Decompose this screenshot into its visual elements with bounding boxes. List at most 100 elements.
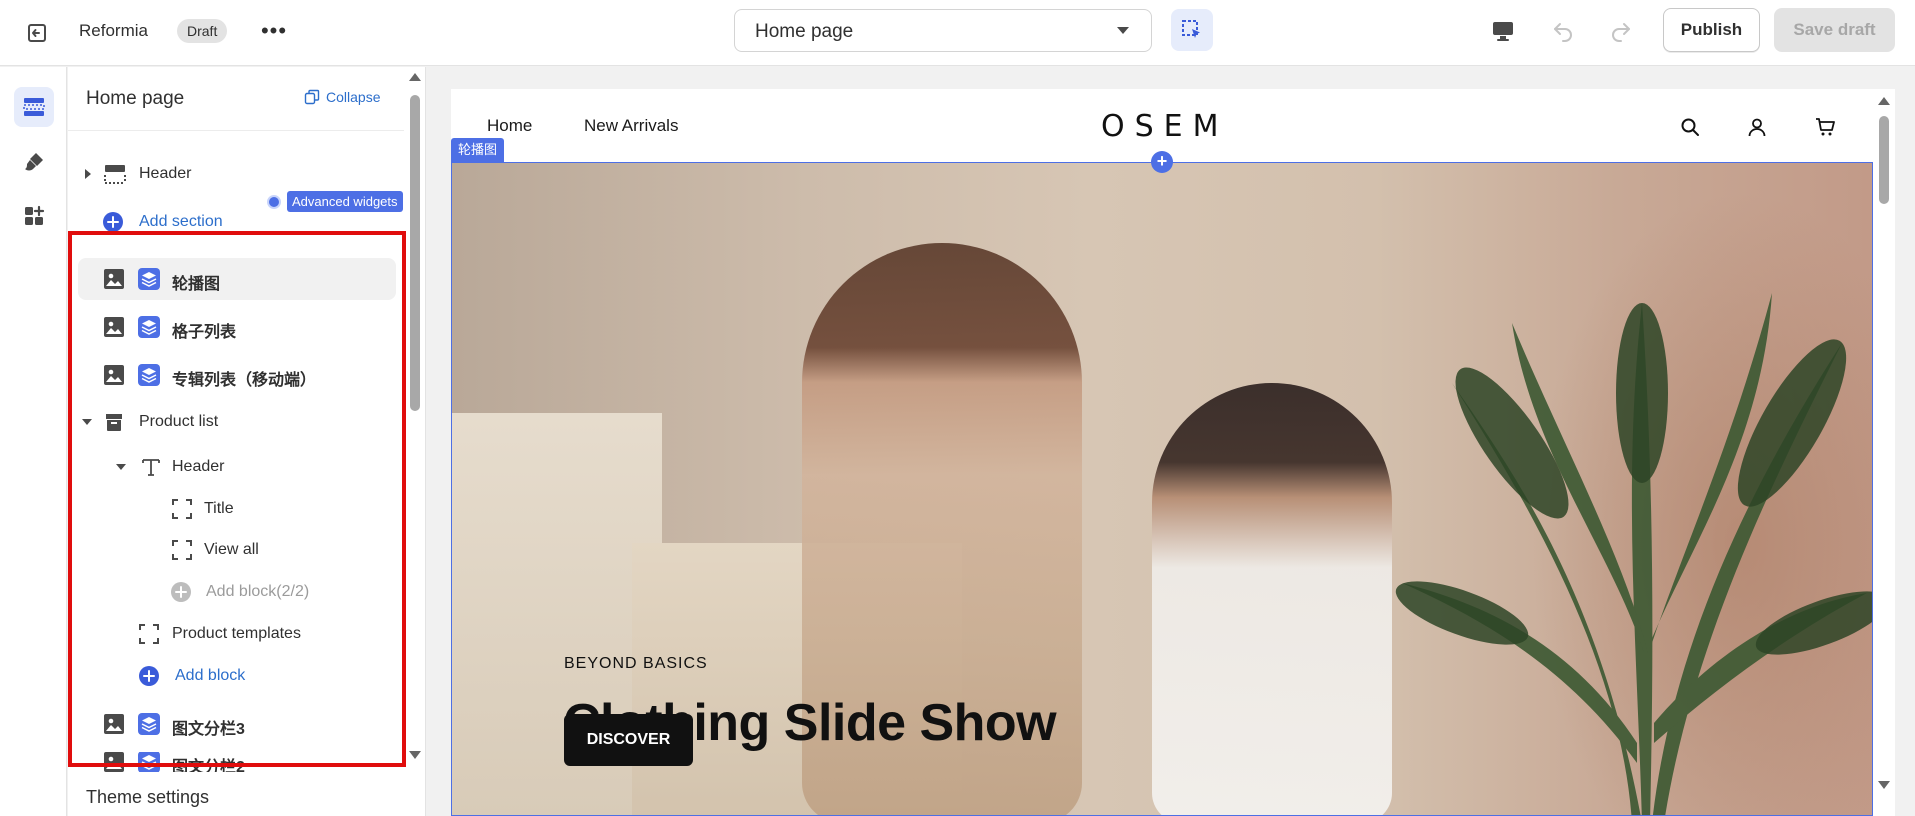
page-selector-value: Home page [755,21,854,42]
search-icon[interactable] [1676,113,1704,141]
add-section-button[interactable]: Add section [68,202,258,242]
collapse-button[interactable]: Collapse [304,89,380,105]
sidebar-title: Home page [86,88,185,109]
add-section-inline-button[interactable]: + [1151,151,1173,173]
block-icon [171,498,193,520]
add-block-button[interactable]: Add block [68,656,404,696]
discover-button[interactable]: DISCOVER [564,714,693,766]
add-block-disabled-button[interactable]: Add block(2/2) [68,572,404,612]
status-badge: Draft [177,19,228,43]
box-icon [103,411,125,433]
sidebar-item-grid-list[interactable]: 格子列表 [68,306,404,346]
redo-icon[interactable] [1604,14,1638,48]
block-icon [171,539,193,561]
sidebar-item-label: Header [139,165,192,182]
nav-link-new-arrivals[interactable]: New Arrivals [584,116,678,136]
sidebar-item-header[interactable]: Header [68,154,404,194]
image-icon [103,713,125,735]
image-icon [103,268,125,290]
sidebar-item-label: 图文分栏2 [172,759,245,772]
cursor-select-icon [1182,20,1200,38]
account-icon[interactable] [1743,113,1771,141]
sidebar-item-product-templates[interactable]: Product templates [68,614,404,654]
layers-icon [138,268,160,290]
sidebar-item-label: Header [172,458,225,475]
save-draft-button[interactable]: Save draft [1774,8,1895,52]
sidebar-item-album-list-mobile[interactable]: 专辑列表（移动端） [68,354,404,394]
scroll-up-icon[interactable] [409,73,421,81]
sections-icon[interactable] [14,87,54,127]
sidebar-item-title-block[interactable]: Title [68,489,404,529]
chevron-down-icon[interactable] [116,464,126,470]
layers-icon [138,364,160,386]
theme-settings-button[interactable]: Theme settings [86,787,209,808]
text-icon [140,456,162,478]
image-icon [103,316,125,338]
hero-image-plant [1395,293,1872,815]
layers-icon [138,752,160,772]
sidebar-item-view-all-block[interactable]: View all [68,530,404,570]
sections-sidebar: Home page Collapse Header Add section Ad… [68,67,426,816]
image-icon [103,364,125,386]
sidebar-item-image-text-3[interactable]: 图文分栏3 [68,704,404,744]
scroll-up-icon[interactable] [1878,97,1890,105]
paintbrush-icon[interactable] [14,142,54,182]
desktop-preview-icon[interactable] [1486,14,1520,48]
store-logo[interactable]: OSEM [1101,109,1229,144]
apps-icon[interactable] [14,196,54,236]
sidebar-item-image-text-2[interactable]: 图文分栏2 [68,752,404,772]
store-preview: Home New Arrivals OSEM BEYOND BASICS Clo… [451,89,1895,816]
sidebar-item-label: 图文分栏3 [172,721,245,738]
image-icon [103,752,125,772]
sidebar-item-product-list-header[interactable]: Header [68,447,404,487]
plus-circle-icon [102,211,124,233]
sidebar-item-label: 格子列表 [172,324,237,341]
plus-circle-icon [138,665,160,687]
block-icon [138,623,160,645]
chevron-right-icon[interactable] [85,169,91,179]
scrollbar-thumb[interactable] [410,95,420,411]
sidebar-item-label: View all [204,541,259,558]
preview-scrollbar[interactable] [1873,89,1895,816]
sidebar-item-label: Product list [139,413,219,430]
more-actions-button[interactable]: ••• [259,16,289,46]
layers-icon [138,713,160,735]
sidebar-item-carousel[interactable]: 轮播图 [68,258,404,300]
sidebar-scrollbar[interactable] [406,67,424,767]
hero-subtitle: BEYOND BASICS [564,655,708,672]
scroll-down-icon[interactable] [409,751,421,759]
left-rail [0,67,67,816]
header-section-icon [103,163,127,185]
cart-icon[interactable] [1811,113,1839,141]
sidebar-item-label: Add block(2/2) [206,583,310,600]
sidebar-item-product-list[interactable]: Product list [68,402,404,442]
sidebar-item-label: 专辑列表（移动端） [172,372,317,389]
store-name: Reformia [79,21,148,40]
page-selector[interactable]: Home page [734,9,1152,52]
chevron-down-icon[interactable] [82,419,92,425]
add-section-label: Add section [139,213,223,230]
top-bar: Reformia Draft ••• Home page Publish Sav… [0,0,1915,66]
inspector-select-button[interactable] [1171,9,1213,51]
sidebar-item-label: Product templates [172,625,301,642]
status-dot [267,194,281,209]
scroll-down-icon[interactable] [1878,781,1890,789]
scrollbar-thumb[interactable] [1879,116,1889,204]
layers-icon [138,316,160,338]
hero-image-model [1152,383,1392,815]
hero-slideshow[interactable]: BEYOND BASICS Clothing Slide Show DISCOV… [451,162,1873,816]
collapse-label: Collapse [326,89,381,105]
undo-icon[interactable] [1546,14,1580,48]
nav-link-home[interactable]: Home [487,116,532,136]
chevron-down-icon [1117,27,1129,34]
sidebar-header: Home page Collapse [68,67,404,131]
sidebar-item-label: 轮播图 [172,276,221,293]
plus-circle-icon [170,581,192,603]
sidebar-item-label: Add block [175,667,246,684]
advanced-widgets-badge[interactable]: Advanced widgets [267,191,403,212]
advanced-widgets-label: Advanced widgets [287,191,403,212]
collapse-icon [304,89,320,105]
sidebar-item-label: Title [204,500,234,517]
exit-icon[interactable] [22,18,52,48]
publish-button[interactable]: Publish [1663,8,1760,52]
